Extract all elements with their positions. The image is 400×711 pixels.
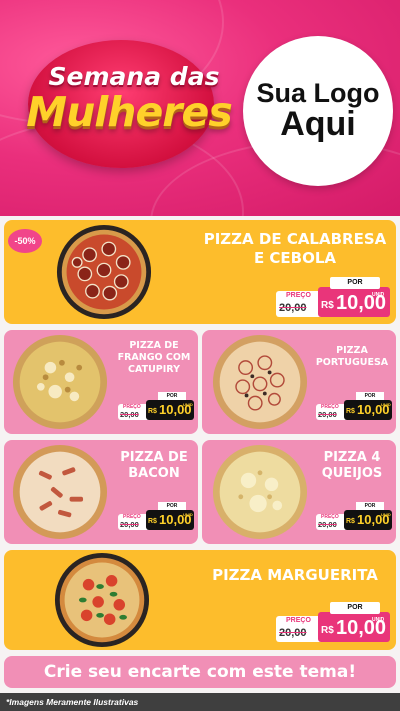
por-label: POR — [330, 277, 380, 289]
old-price: 20,00 — [318, 520, 337, 529]
product-name-line: PIZZA DE — [129, 340, 179, 351]
old-price: 20,00 — [279, 302, 307, 314]
product-name-line: PIZZA MARGUERITA — [212, 566, 378, 584]
cta-banner[interactable]: Crie seu encarte com este tema! — [4, 656, 396, 688]
product-name-line: PIZZA 4 — [323, 450, 381, 465]
product-name: PIZZA DE BACON — [112, 450, 196, 483]
currency: R$ — [321, 300, 334, 311]
price-tag: PREÇO 20,00 POR R$ 10,00 UNID — [276, 275, 392, 317]
currency: R$ — [346, 518, 355, 525]
currency: R$ — [321, 625, 334, 636]
por-label: POR — [158, 502, 186, 510]
header-banner: Semana das Mulheres Sua Logo Aqui — [0, 0, 400, 216]
unit-label: UNID — [381, 402, 391, 407]
price-tag: PREÇO 20,00 POR R$ 10,00 UNID — [316, 392, 392, 420]
currency: R$ — [346, 408, 355, 415]
product-name: PIZZA DE CALABRESA E CEBOLA — [200, 230, 390, 268]
product-name: PIZZA DE FRANGO COM CATUPIRY — [112, 340, 196, 376]
unit-label: UNID — [372, 292, 385, 298]
logo-text-line2: Aqui — [280, 105, 356, 144]
por-label: POR — [330, 602, 380, 614]
old-price: 20,00 — [120, 520, 139, 529]
product-name-line: FRANGO COM — [117, 351, 191, 363]
unit-label: UNID — [372, 617, 385, 623]
pizza-image — [54, 552, 150, 648]
pizza-image — [12, 444, 108, 540]
brand-title-line2: Mulheres — [26, 88, 232, 136]
discount-badge: -50% — [8, 229, 42, 253]
price-tag: PREÇO 20,00 POR R$ 10,00 UNID — [118, 392, 194, 420]
unit-label: UNID — [183, 512, 193, 517]
pizza-image — [56, 224, 152, 320]
unit-label: UNID — [381, 512, 391, 517]
old-price: 20,00 — [318, 410, 337, 419]
price-tag: PREÇO 20,00 POR R$ 10,00 UNID — [316, 502, 392, 530]
product-name: PIZZA 4 QUEIJOS — [310, 450, 394, 483]
product-name-line: QUEIJOS — [321, 466, 383, 482]
product-name-line: PIZZA — [336, 345, 368, 356]
old-price: 20,00 — [279, 627, 307, 639]
footer-disclaimer: *Imagens Meramente Ilustrativas — [0, 693, 400, 711]
old-price: 20,00 — [120, 410, 139, 419]
pizza-image — [212, 334, 308, 430]
price-tag: PREÇO 20,00 POR R$ 10,00 UNID — [276, 600, 392, 642]
product-name: PIZZA PORTUGUESA — [310, 345, 394, 369]
currency: R$ — [148, 408, 157, 415]
price-tag: PREÇO 20,00 POR R$ 10,00 UNID — [118, 502, 194, 530]
preco-label: PREÇO — [286, 617, 311, 624]
product-name-line: E CEBOLA — [253, 248, 337, 267]
pizza-image — [12, 334, 108, 430]
product-name-line: CATUPIRY — [128, 363, 180, 375]
product-name-line: BACON — [128, 466, 180, 482]
unit-label: UNID — [183, 402, 193, 407]
por-label: POR — [158, 392, 186, 400]
por-label: POR — [356, 392, 384, 400]
product-name-line: PIZZA DE — [120, 450, 188, 465]
por-label: POR — [356, 502, 384, 510]
product-name-line: PORTUGUESA — [315, 356, 389, 368]
logo-text-line1: Sua Logo — [256, 77, 380, 108]
pizza-image — [212, 444, 308, 540]
logo-placeholder[interactable]: Sua Logo Aqui — [243, 36, 393, 186]
product-name-line: PIZZA DE CALABRESA — [203, 230, 387, 248]
preco-label: PREÇO — [286, 292, 311, 299]
product-name: PIZZA MARGUERITA — [200, 566, 390, 585]
brand-title-line1: Semana das — [48, 62, 220, 91]
currency: R$ — [148, 518, 157, 525]
